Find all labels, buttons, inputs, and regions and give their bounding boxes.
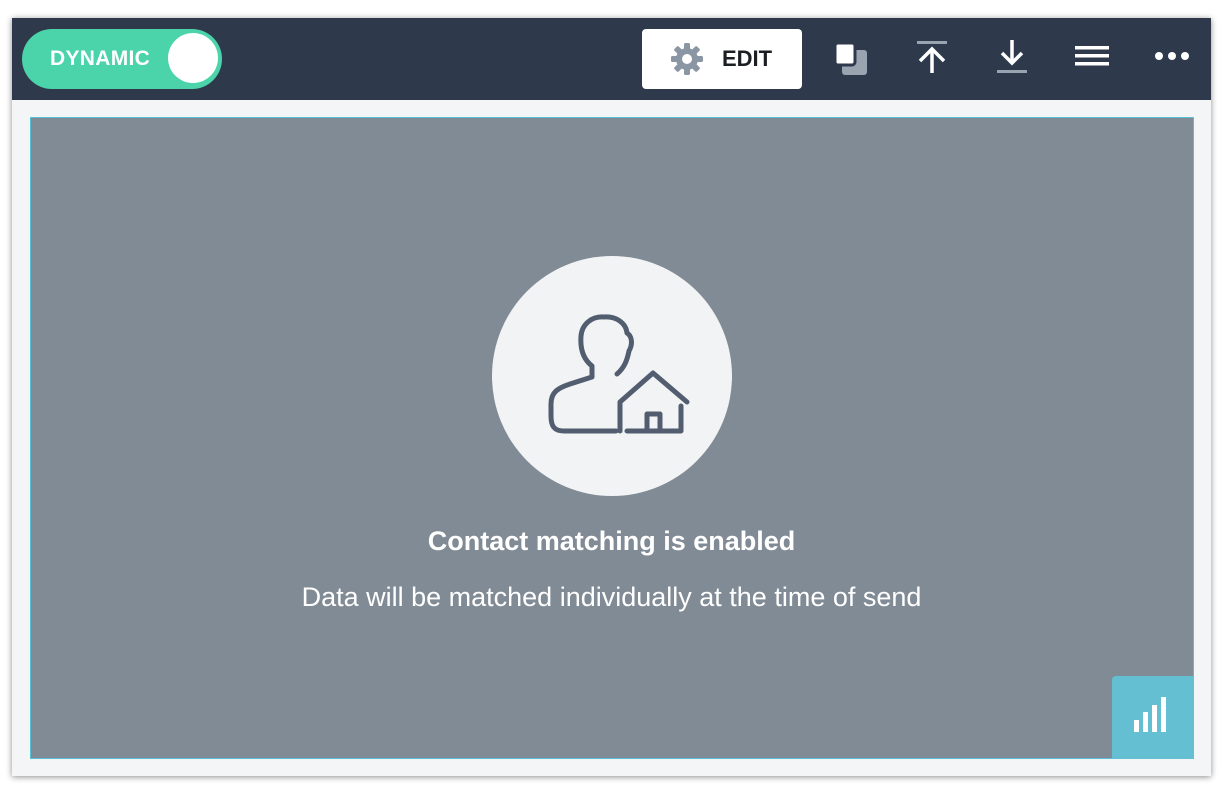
bar-chart-icon xyxy=(1134,697,1166,732)
more-options-icon[interactable] xyxy=(1152,39,1192,79)
content-block-card: DYNAMIC EDIT Contact matching is enabled… xyxy=(12,18,1211,776)
dynamic-toggle-label: DYNAMIC xyxy=(50,47,151,70)
edit-button-label: EDIT xyxy=(722,46,773,71)
block-toolbar: DYNAMIC EDIT xyxy=(12,18,1211,100)
stats-button[interactable] xyxy=(1112,676,1194,759)
gear-icon xyxy=(670,42,704,76)
contact-home-icon xyxy=(492,256,732,496)
toggle-knob xyxy=(168,33,218,83)
move-to-top-icon[interactable] xyxy=(912,39,952,79)
dynamic-toggle[interactable]: DYNAMIC xyxy=(22,29,222,89)
move-to-bottom-icon[interactable] xyxy=(992,39,1032,79)
contact-matching-panel: Contact matching is enabled Data will be… xyxy=(30,117,1194,759)
content-title: Contact matching is enabled xyxy=(427,526,796,556)
duplicate-icon[interactable] xyxy=(832,40,872,80)
menu-icon[interactable] xyxy=(1072,39,1112,79)
edit-button[interactable]: EDIT xyxy=(642,29,802,89)
content-description: Data will be matched individually at the… xyxy=(301,582,922,612)
